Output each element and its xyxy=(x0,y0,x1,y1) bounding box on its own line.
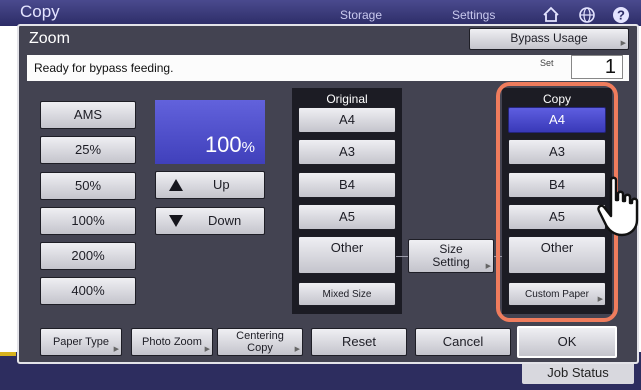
corner-arrow-icon: ▶ xyxy=(485,263,491,271)
tab-settings[interactable]: Settings xyxy=(452,8,495,22)
zoom-50-button[interactable]: 50% xyxy=(40,172,136,200)
zoom-down-button[interactable]: Down xyxy=(155,207,265,235)
reset-button[interactable]: Reset xyxy=(311,328,407,356)
paper-type-button[interactable]: Paper Type ▶ xyxy=(40,328,122,356)
home-icon[interactable] xyxy=(542,6,560,22)
job-status-button[interactable]: Job Status xyxy=(522,362,634,384)
original-a3-button[interactable]: A3 xyxy=(298,139,396,165)
globe-icon[interactable] xyxy=(578,6,596,24)
bypass-usage-button[interactable]: Bypass Usage ▶ xyxy=(469,28,629,50)
zoom-dialog: Zoom Bypass Usage ▶ Ready for bypass fee… xyxy=(17,24,639,364)
corner-arrow-icon: ▶ xyxy=(204,346,210,354)
hand-pointer-icon xyxy=(597,176,639,237)
zoom-400-button[interactable]: 400% xyxy=(40,277,136,305)
zoom-200-button[interactable]: 200% xyxy=(40,242,136,270)
zoom-ams-button[interactable]: AMS xyxy=(40,101,136,129)
connector-line-left xyxy=(396,256,408,257)
centering-copy-button[interactable]: Centering Copy ▶ xyxy=(217,328,303,356)
help-icon[interactable]: ? xyxy=(612,6,630,24)
zoom-up-button[interactable]: Up xyxy=(155,171,265,199)
photo-zoom-button[interactable]: Photo Zoom ▶ xyxy=(131,328,213,356)
ok-button[interactable]: OK xyxy=(517,326,617,358)
triangle-up-icon xyxy=(169,179,183,191)
zoom-value: 100 xyxy=(204,132,242,157)
original-other-button[interactable]: Other xyxy=(298,236,396,274)
accent-line xyxy=(0,352,16,356)
bypass-usage-label: Bypass Usage xyxy=(510,31,588,46)
photo-zoom-label: Photo Zoom xyxy=(142,335,202,348)
cancel-button[interactable]: Cancel xyxy=(415,328,511,356)
set-label: Set xyxy=(540,58,554,68)
zoom-display: 100% xyxy=(155,100,265,164)
app-top-bar: Copy Storage Settings ? xyxy=(0,0,641,26)
triangle-down-icon xyxy=(169,215,183,227)
centering-copy-line-2: Copy xyxy=(247,342,273,354)
paper-type-label: Paper Type xyxy=(52,335,110,348)
status-message: Ready for bypass feeding. xyxy=(27,55,629,81)
tab-storage[interactable]: Storage xyxy=(340,8,382,22)
centering-copy-line-1: Centering xyxy=(236,329,284,342)
original-a5-button[interactable]: A5 xyxy=(298,204,396,230)
mixed-size-button[interactable]: Mixed Size xyxy=(298,282,396,306)
zoom-100-button[interactable]: 100% xyxy=(40,207,136,235)
original-a4-button[interactable]: A4 xyxy=(298,107,396,133)
zoom-25-button[interactable]: 25% xyxy=(40,136,136,164)
zoom-unit: % xyxy=(241,139,255,156)
app-title: Copy xyxy=(20,2,60,21)
size-setting-button[interactable]: Size Setting ▶ xyxy=(408,239,494,273)
dialog-title: Zoom xyxy=(29,30,70,47)
down-label: Down xyxy=(208,212,242,228)
original-b4-button[interactable]: B4 xyxy=(298,172,396,198)
corner-arrow-icon: ▶ xyxy=(620,40,626,48)
set-count: 1 xyxy=(571,55,623,79)
up-label: Up xyxy=(213,176,230,192)
original-label: Original xyxy=(326,92,368,106)
size-setting-line-2: Setting xyxy=(432,255,470,269)
corner-arrow-icon: ▶ xyxy=(113,346,119,354)
corner-arrow-icon: ▶ xyxy=(294,346,300,354)
svg-text:?: ? xyxy=(617,8,625,23)
